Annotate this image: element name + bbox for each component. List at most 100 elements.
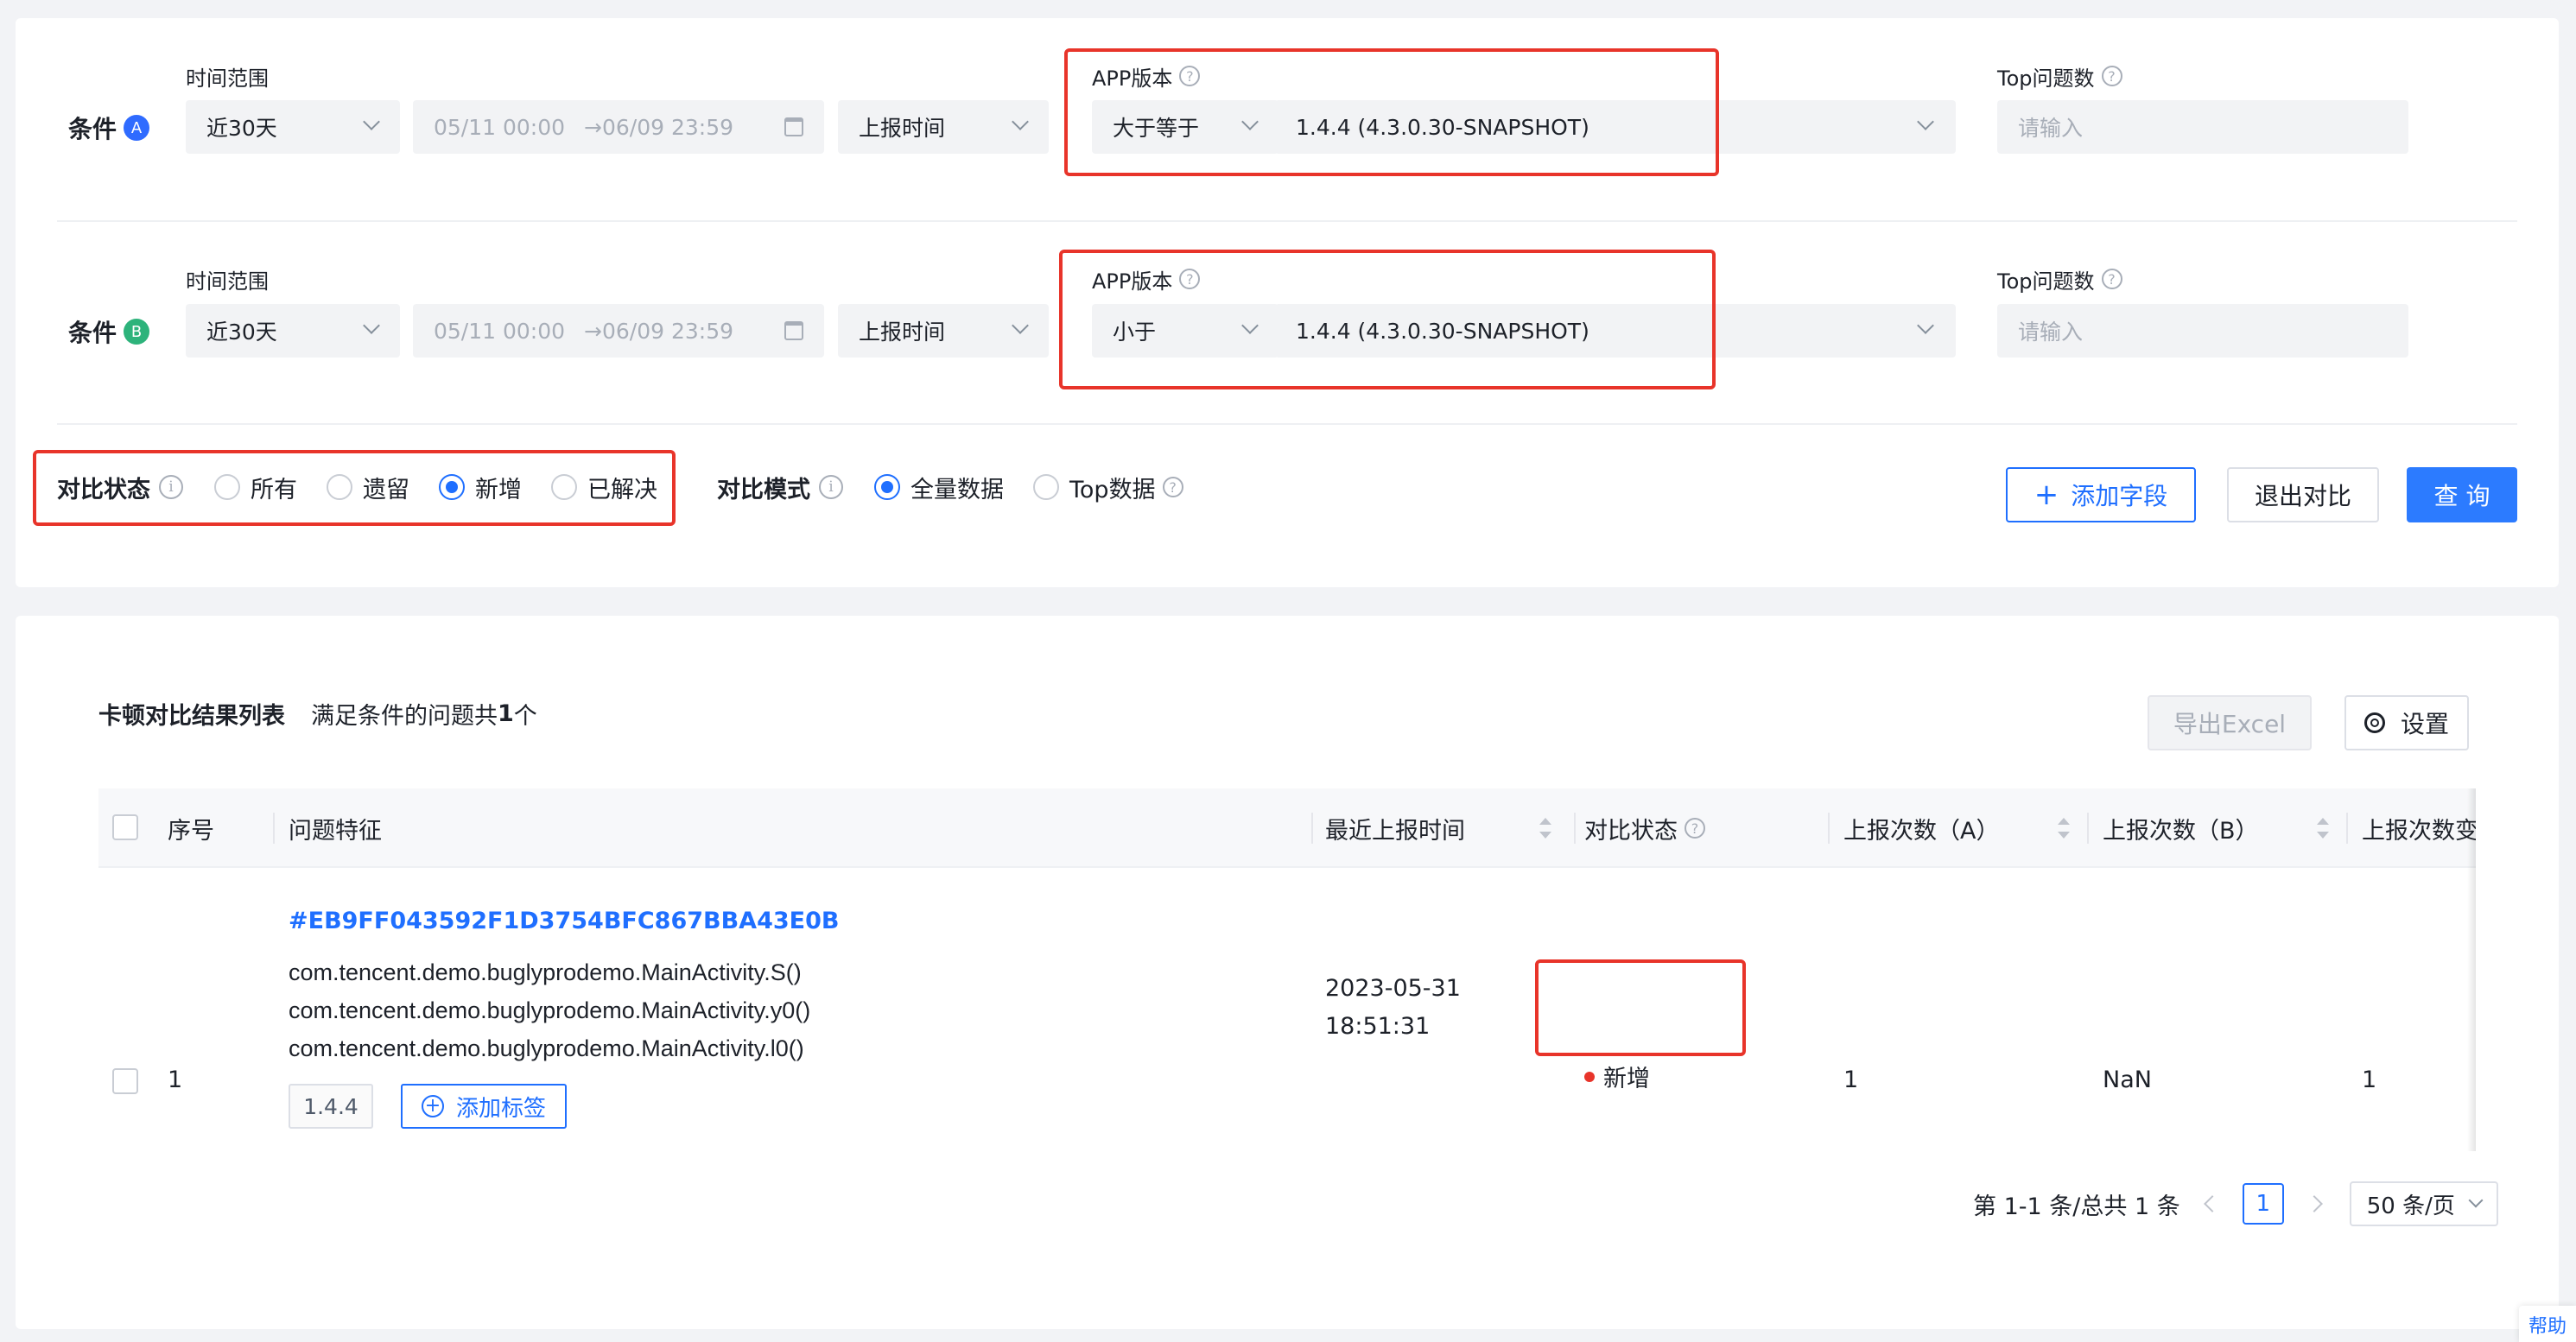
date-start-b: 05/11 00:00 — [434, 318, 566, 344]
column-header-last-report[interactable]: 最近上报时间 — [1325, 813, 1465, 845]
help-circle-icon: ? — [2101, 66, 2122, 86]
column-divider — [1574, 813, 1576, 844]
chevron-down-icon — [2468, 1193, 2484, 1208]
top-count-label-a: Top问题数 ? — [1997, 62, 2122, 91]
top-count-placeholder-a: 请输入 — [2018, 116, 2084, 141]
next-page-icon[interactable] — [2305, 1195, 2323, 1212]
radio-top[interactable] — [1033, 474, 1059, 500]
time-range-value-b: 近30天 — [206, 320, 277, 345]
date-end-a: 06/09 23:59 — [602, 114, 734, 140]
time-type-select-a[interactable]: 上报时间 — [838, 100, 1049, 154]
top-count-input-b[interactable]: 请输入 — [1997, 304, 2408, 358]
plus-circle-icon: + — [421, 1095, 444, 1117]
column-divider — [1311, 813, 1313, 844]
chevron-down-icon — [1917, 317, 1934, 334]
date-start-a: 05/11 00:00 — [434, 114, 566, 140]
column-header-count-change: 上报次数变 — [2362, 817, 2476, 845]
sort-icon[interactable] — [1539, 818, 1551, 840]
results-header: 卡顿对比结果列表 满足条件的问题共 1 个 — [98, 696, 537, 731]
column-header-status-label: 对比状态 — [1584, 817, 1678, 845]
divider — [57, 423, 2517, 425]
divider — [57, 220, 2517, 222]
export-excel-button[interactable]: 导出Excel — [2148, 695, 2312, 750]
info-icon: i — [819, 475, 843, 499]
time-range-label-b: 时间范围 — [186, 269, 269, 294]
row-index: 1 — [168, 1067, 183, 1093]
column-header-index: 序号 — [168, 817, 214, 845]
sort-icon[interactable] — [2058, 818, 2070, 840]
row-checkbox[interactable] — [112, 1068, 138, 1094]
help-circle-icon: ? — [2101, 269, 2122, 289]
radio-full[interactable] — [874, 474, 900, 500]
add-field-label: 添加字段 — [2071, 482, 2168, 510]
highlight-compare-status — [33, 450, 676, 526]
chevron-down-icon — [1012, 113, 1029, 130]
count-b: NaN — [2103, 1067, 2152, 1093]
time-range-select-a[interactable]: 近30天 — [186, 100, 400, 154]
column-header-count-a[interactable]: 上报次数（A） — [1843, 813, 1999, 845]
count-a: 1 — [1843, 1067, 1859, 1093]
column-divider — [2087, 813, 2089, 844]
condition-a-badge: A — [124, 115, 150, 141]
add-tag-button[interactable]: + 添加标签 — [401, 1084, 567, 1129]
column-header-count-b[interactable]: 上报次数（B） — [2103, 813, 2259, 845]
settings-label: 设置 — [2400, 710, 2449, 738]
help-label: 帮助 — [2528, 1316, 2566, 1338]
help-button[interactable]: 帮助 — [2519, 1306, 2576, 1342]
plus-icon: + — [2034, 478, 2059, 512]
condition-b-label: 条件 B — [68, 314, 150, 349]
page-number-1[interactable]: 1 — [2242, 1183, 2284, 1225]
date-range-picker-a[interactable]: 05/11 00:00 → 06/09 23:59 — [413, 100, 824, 154]
mode-option-full[interactable]: 全量数据 — [874, 471, 1004, 504]
select-all-checkbox[interactable] — [112, 814, 138, 840]
top-count-input-a[interactable]: 请输入 — [1997, 100, 2408, 154]
results-table: 序号 问题特征 最近上报时间 对比状态 ? 上报次数（A） 上报次数（B） 上报… — [98, 788, 2476, 1151]
highlight-status-cell — [1535, 959, 1746, 1056]
status-label: 新增 — [1603, 1066, 1650, 1092]
status-badge: 新增 — [1584, 1060, 1650, 1093]
settings-button[interactable]: 设置 — [2344, 695, 2469, 750]
time-type-select-b[interactable]: 上报时间 — [838, 304, 1049, 358]
compare-mode-label: 对比模式 — [717, 476, 810, 503]
exit-compare-label: 退出对比 — [2254, 482, 2351, 510]
add-tag-label: 添加标签 — [455, 1095, 546, 1122]
date-range-picker-b[interactable]: 05/11 00:00 → 06/09 23:59 — [413, 304, 824, 358]
page-size-select[interactable]: 50 条/页 — [2349, 1181, 2498, 1226]
highlight-app-version-b — [1059, 250, 1716, 389]
pagination-summary: 第 1-1 条/总共 1 条 — [1973, 1193, 2180, 1220]
status-dot — [1584, 1071, 1595, 1082]
stack-line: com.tencent.demo.buglyprodemo.MainActivi… — [289, 1035, 804, 1061]
mode-option-full-label: 全量数据 — [910, 476, 1004, 503]
time-range-select-b[interactable]: 近30天 — [186, 304, 400, 358]
top-count-text-a: Top问题数 — [1997, 66, 2095, 91]
version-tag: 1.4.4 — [289, 1084, 373, 1129]
mode-option-top[interactable]: Top数据? — [1033, 471, 1183, 504]
issue-id-link[interactable]: #EB9FF043592F1D3754BFC867BBA43E0B — [289, 908, 839, 934]
add-field-button[interactable]: + 添加字段 — [2006, 467, 2196, 522]
exit-compare-button[interactable]: 退出对比 — [2227, 467, 2379, 522]
export-excel-label: 导出Excel — [2173, 710, 2287, 738]
pagination: 第 1-1 条/总共 1 条 1 50 条/页 — [1973, 1178, 2498, 1230]
results-summary-prefix: 满足条件的问题共 — [311, 702, 498, 730]
horizontal-scroll-shadow — [2467, 788, 2476, 1151]
results-title: 卡顿对比结果列表 — [98, 702, 285, 730]
chevron-down-icon — [1012, 317, 1029, 334]
time-type-value-a: 上报时间 — [859, 116, 946, 141]
highlight-app-version-a — [1064, 48, 1719, 176]
query-button[interactable]: 查 询 — [2407, 467, 2517, 522]
condition-a-label: 条件 A — [68, 111, 150, 145]
column-header-status: 对比状态 ? — [1584, 813, 1705, 845]
time-range-label-a: 时间范围 — [186, 66, 269, 91]
gear-icon — [2363, 712, 2385, 733]
calendar-icon — [784, 117, 803, 136]
time-range-value-a: 近30天 — [206, 116, 277, 141]
column-divider — [273, 813, 275, 844]
page-size-value: 50 条/页 — [2366, 1193, 2455, 1219]
results-summary-count: 1 — [498, 699, 514, 727]
date-arrow-a: → — [584, 114, 602, 140]
time-type-value-b: 上报时间 — [859, 320, 946, 345]
sort-icon[interactable] — [2317, 818, 2329, 840]
column-divider — [1828, 813, 1830, 844]
column-divider — [2346, 813, 2348, 844]
prev-page-icon[interactable] — [2203, 1195, 2221, 1212]
